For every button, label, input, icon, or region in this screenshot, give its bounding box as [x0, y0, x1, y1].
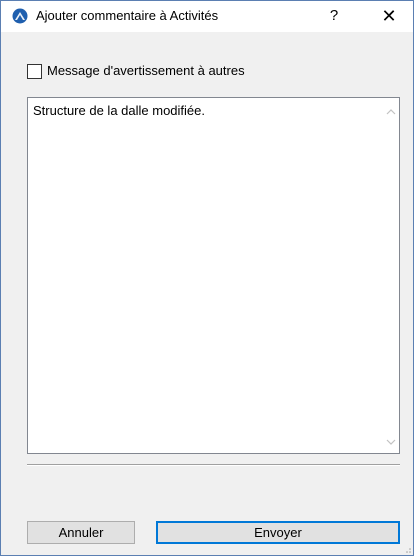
separator-line: [27, 464, 400, 466]
dialog-title: Ajouter commentaire à Activités: [36, 8, 219, 23]
help-button[interactable]: ?: [321, 1, 347, 31]
send-button[interactable]: Envoyer: [156, 521, 400, 544]
close-button[interactable]: ✕: [374, 1, 404, 31]
comment-text: Structure de la dalle modifiée.: [33, 103, 205, 118]
archicad-logo-icon: [12, 8, 28, 24]
comment-textarea[interactable]: Structure de la dalle modifiée.: [27, 97, 400, 454]
warning-message-checkbox[interactable]: [27, 64, 42, 79]
chevron-up-icon[interactable]: [386, 107, 396, 117]
dialog-body: Message d'avertissement à autres Structu…: [1, 32, 413, 555]
dialog-window: Ajouter commentaire à Activités ? ✕ Mess…: [0, 0, 414, 556]
cancel-button[interactable]: Annuler: [27, 521, 135, 544]
chevron-down-icon[interactable]: [386, 437, 396, 447]
resize-grip-icon[interactable]: [403, 545, 411, 553]
warning-message-label[interactable]: Message d'avertissement à autres: [47, 63, 245, 78]
title-bar[interactable]: Ajouter commentaire à Activités ? ✕: [1, 1, 413, 31]
